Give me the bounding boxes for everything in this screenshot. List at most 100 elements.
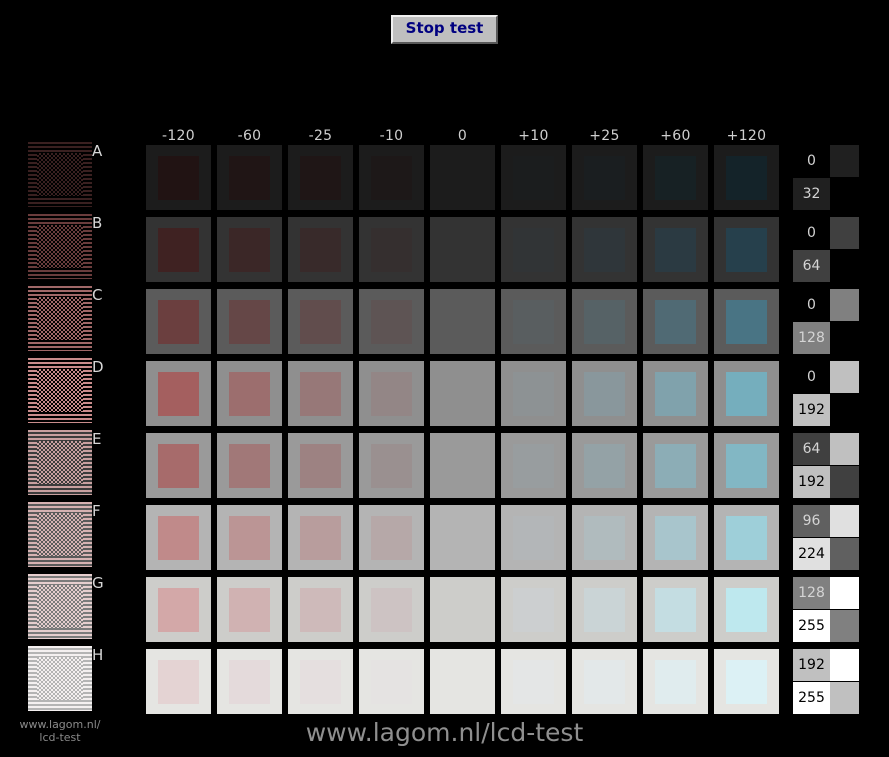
grid-row-g [146, 577, 785, 642]
grid-cell-g--60[interactable] [217, 577, 282, 642]
grid-cell-f-10[interactable] [501, 505, 566, 570]
grid-cell-inner-patch [158, 659, 199, 704]
grid-cell-f--25[interactable] [288, 505, 353, 570]
grid-cell-g-10[interactable] [501, 577, 566, 642]
reference-strip-f [28, 502, 92, 567]
grid-cell-h-25[interactable] [572, 649, 637, 714]
grid-cell-h--25[interactable] [288, 649, 353, 714]
value-label-top: 64 [793, 433, 859, 465]
grid-cell-g--10[interactable] [359, 577, 424, 642]
color-test-grid [146, 145, 785, 721]
grid-cell-c--60[interactable] [217, 289, 282, 354]
grid-cell-e--120[interactable] [146, 433, 211, 498]
grid-cell-c-60[interactable] [643, 289, 708, 354]
grid-cell-b--120[interactable] [146, 217, 211, 282]
grid-cell-e--60[interactable] [217, 433, 282, 498]
grid-cell-c-120[interactable] [714, 289, 779, 354]
grid-cell-a--10[interactable] [359, 145, 424, 210]
grid-cell-inner-patch [513, 443, 554, 488]
grid-cell-c--10[interactable] [359, 289, 424, 354]
grid-cell-d--25[interactable] [288, 361, 353, 426]
grid-cell-c--25[interactable] [288, 289, 353, 354]
grid-cell-f-120[interactable] [714, 505, 779, 570]
checker-pattern [37, 585, 83, 628]
row-letter-c: C [92, 286, 103, 304]
grid-cell-g-60[interactable] [643, 577, 708, 642]
grid-cell-g-0[interactable] [430, 577, 495, 642]
grid-cell-d-120[interactable] [714, 361, 779, 426]
reference-strip-column [28, 142, 92, 718]
grid-cell-g--120[interactable] [146, 577, 211, 642]
grid-cell-inner-patch [229, 515, 270, 560]
grid-cell-f-0[interactable] [430, 505, 495, 570]
grid-cell-h--120[interactable] [146, 649, 211, 714]
grid-cell-f-25[interactable] [572, 505, 637, 570]
grid-cell-f--60[interactable] [217, 505, 282, 570]
grid-cell-a-120[interactable] [714, 145, 779, 210]
grid-cell-d-10[interactable] [501, 361, 566, 426]
value-swatch [830, 394, 859, 426]
grid-cell-a-10[interactable] [501, 145, 566, 210]
grid-cell-b-60[interactable] [643, 217, 708, 282]
grid-cell-inner-patch [584, 371, 625, 416]
grid-cell-b-120[interactable] [714, 217, 779, 282]
grid-cell-h-60[interactable] [643, 649, 708, 714]
grid-cell-e--25[interactable] [288, 433, 353, 498]
grid-cell-inner-patch [229, 587, 270, 632]
grid-cell-h--10[interactable] [359, 649, 424, 714]
grid-cell-f--10[interactable] [359, 505, 424, 570]
grid-cell-c-0[interactable] [430, 289, 495, 354]
grid-row-h [146, 649, 785, 714]
grid-cell-d--120[interactable] [146, 361, 211, 426]
grid-cell-b--10[interactable] [359, 217, 424, 282]
grid-cell-inner-patch [371, 227, 412, 272]
grid-cell-a--60[interactable] [217, 145, 282, 210]
grid-cell-inner-patch [655, 299, 696, 344]
grid-cell-e-10[interactable] [501, 433, 566, 498]
grid-cell-a-60[interactable] [643, 145, 708, 210]
grid-cell-c--120[interactable] [146, 289, 211, 354]
grid-cell-d--10[interactable] [359, 361, 424, 426]
grid-cell-d--60[interactable] [217, 361, 282, 426]
grid-cell-b--25[interactable] [288, 217, 353, 282]
value-swatch [830, 466, 859, 498]
grid-cell-e-120[interactable] [714, 433, 779, 498]
grid-cell-inner-patch [371, 443, 412, 488]
grid-cell-c-10[interactable] [501, 289, 566, 354]
grid-cell-b--60[interactable] [217, 217, 282, 282]
stop-test-button[interactable]: Stop test [390, 15, 499, 44]
grid-cell-g-120[interactable] [714, 577, 779, 642]
row-letter-b: B [92, 214, 103, 232]
column-header-1: -60 [237, 128, 262, 144]
grid-cell-h-120[interactable] [714, 649, 779, 714]
grid-cell-e-25[interactable] [572, 433, 637, 498]
reference-strip-d [28, 358, 92, 423]
grid-cell-a--25[interactable] [288, 145, 353, 210]
grid-cell-a-0[interactable] [430, 145, 495, 210]
grid-cell-h-10[interactable] [501, 649, 566, 714]
grid-cell-c-25[interactable] [572, 289, 637, 354]
grid-cell-a-25[interactable] [572, 145, 637, 210]
grid-cell-g--25[interactable] [288, 577, 353, 642]
value-label-block-e: 64 192 [793, 433, 859, 498]
grid-cell-inner-patch [300, 227, 341, 272]
grid-cell-d-25[interactable] [572, 361, 637, 426]
grid-cell-b-10[interactable] [501, 217, 566, 282]
grid-cell-d-0[interactable] [430, 361, 495, 426]
grid-cell-d-60[interactable] [643, 361, 708, 426]
grid-cell-h--60[interactable] [217, 649, 282, 714]
value-label-block-b: 0 64 [793, 217, 859, 282]
grid-cell-e-0[interactable] [430, 433, 495, 498]
grid-cell-b-0[interactable] [430, 217, 495, 282]
grid-cell-h-0[interactable] [430, 649, 495, 714]
value-number: 0 [793, 145, 830, 177]
grid-cell-f-60[interactable] [643, 505, 708, 570]
grid-cell-b-25[interactable] [572, 217, 637, 282]
grid-cell-e-60[interactable] [643, 433, 708, 498]
grid-cell-f--120[interactable] [146, 505, 211, 570]
value-label-top: 0 [793, 145, 859, 177]
grid-cell-g-25[interactable] [572, 577, 637, 642]
grid-cell-inner-patch [655, 443, 696, 488]
grid-cell-a--120[interactable] [146, 145, 211, 210]
grid-cell-e--10[interactable] [359, 433, 424, 498]
